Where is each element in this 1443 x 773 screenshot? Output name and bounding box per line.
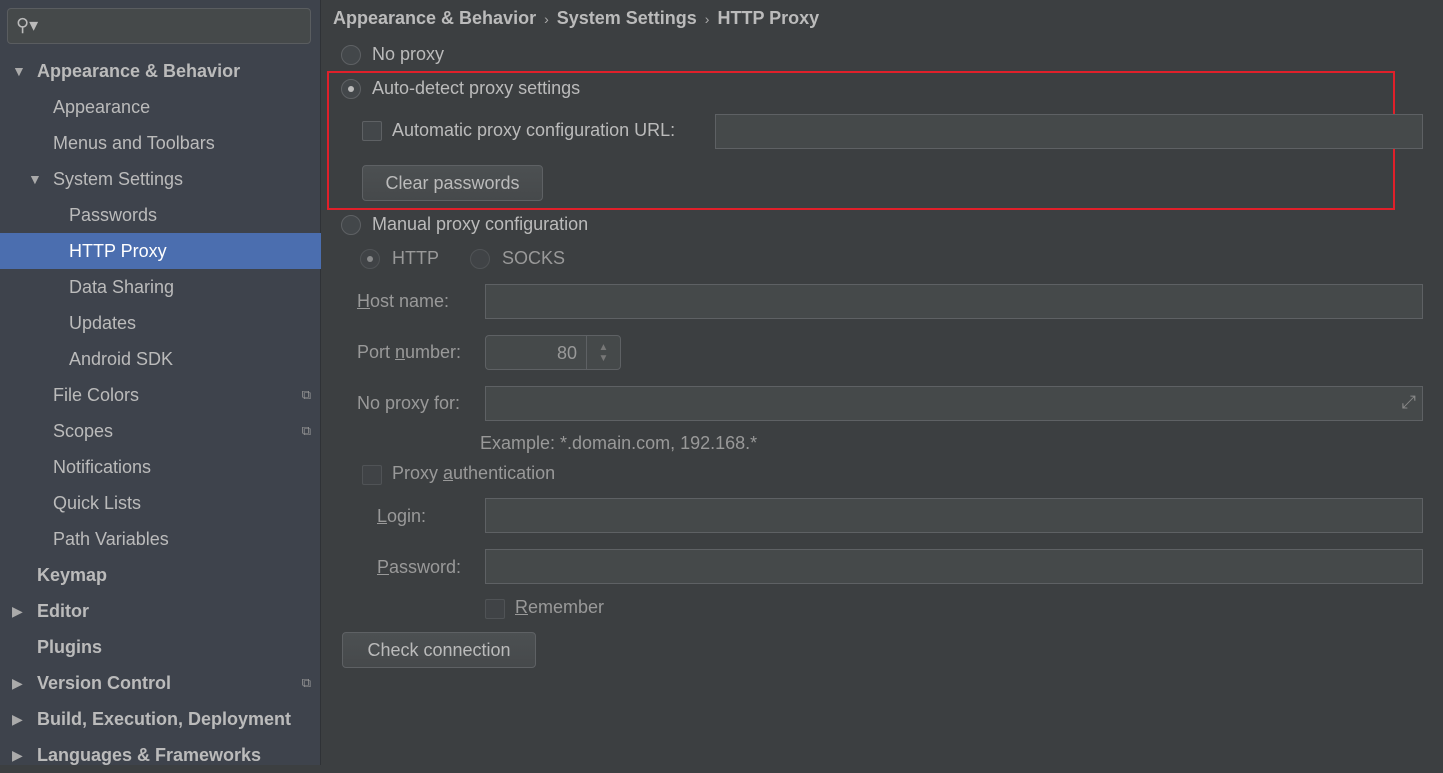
project-scope-icon: ⧉: [301, 387, 311, 402]
sidebar-item-keymap[interactable]: Keymap: [0, 557, 321, 593]
auto-detect-radio[interactable]: [341, 79, 361, 99]
sidebar-item-label: Passwords: [69, 205, 158, 225]
proxy-auth-label[interactable]: Proxy authentication: [392, 463, 555, 484]
no-proxy-for-input[interactable]: ⤢: [485, 386, 1423, 421]
sidebar-item-http-proxy[interactable]: HTTP Proxy: [0, 233, 321, 269]
expand-icon[interactable]: ⤢: [1402, 392, 1416, 413]
no-proxy-for-label: No proxy for:: [357, 393, 461, 413]
expand-right-icon[interactable]: ▶: [12, 737, 23, 773]
sidebar-item-plugins[interactable]: Plugins: [0, 629, 321, 665]
sidebar-item-system-settings[interactable]: ▼ System Settings: [0, 161, 321, 197]
sidebar-item-label: Android SDK: [69, 349, 174, 369]
sidebar-item-menus-and-toolbars[interactable]: Menus and Toolbars: [0, 125, 321, 161]
socks-label[interactable]: SOCKS: [502, 248, 565, 269]
login-label: Login:: [377, 506, 427, 526]
sidebar-item-file-colors[interactable]: File Colors ⧉: [0, 377, 321, 413]
no-proxy-radio[interactable]: [341, 45, 361, 65]
port-number-stepper[interactable]: 80 ▲ ▼: [485, 335, 621, 370]
chevron-right-icon: ›: [704, 11, 710, 27]
sidebar-item-passwords[interactable]: Passwords: [0, 197, 321, 233]
expand-down-icon[interactable]: ▼: [12, 53, 26, 89]
proxy-auth-checkbox[interactable]: [362, 465, 382, 485]
http-radio[interactable]: [360, 249, 380, 269]
search-icon: ⚲▾: [16, 15, 39, 35]
sidebar-item-scopes[interactable]: Scopes ⧉: [0, 413, 321, 449]
breadcrumb-item: HTTP Proxy: [717, 8, 820, 28]
port-value: 80: [556, 343, 577, 363]
expand-right-icon[interactable]: ▶: [12, 701, 23, 737]
http-label[interactable]: HTTP: [392, 248, 439, 269]
sidebar-item-label: Path Variables: [53, 529, 169, 549]
sidebar-item-label: File Colors: [53, 385, 140, 405]
auto-url-label[interactable]: Automatic proxy configuration URL:: [392, 120, 675, 141]
check-connection-button[interactable]: Check connection: [342, 632, 536, 668]
sidebar-item-version-control[interactable]: ▶ Version Control ⧉: [0, 665, 321, 701]
sidebar-item-label: Scopes: [53, 421, 114, 441]
sidebar-item-build-execution-deployment[interactable]: ▶ Build, Execution, Deployment: [0, 701, 321, 737]
sidebar-item-label: Quick Lists: [53, 493, 142, 513]
http-proxy-panel: Appearance & Behavior › System Settings › HT…: [322, 0, 1443, 765]
search-input[interactable]: ⚲▾: [7, 8, 311, 44]
sidebar-item-label: Keymap: [37, 565, 108, 585]
host-name-label: Host name:: [357, 291, 450, 311]
sidebar-item-appearance[interactable]: Appearance: [0, 89, 321, 125]
password-label: Password:: [377, 557, 462, 577]
sidebar-item-label: Version Control: [37, 673, 172, 693]
sidebar-item-label: Plugins: [37, 637, 103, 657]
sidebar-item-label: Languages & Frameworks: [37, 745, 262, 765]
project-scope-icon: ⧉: [301, 423, 311, 438]
sidebar-item-label: Updates: [69, 313, 137, 333]
remember-checkbox[interactable]: [485, 599, 505, 619]
socks-radio[interactable]: [470, 249, 490, 269]
sidebar-item-android-sdk[interactable]: Android SDK: [0, 341, 321, 377]
auto-url-input[interactable]: [715, 114, 1423, 149]
auto-detect-label[interactable]: Auto-detect proxy settings: [372, 78, 580, 99]
project-scope-icon: ⧉: [301, 675, 311, 690]
login-input[interactable]: [485, 498, 1423, 533]
sidebar-item-data-sharing[interactable]: Data Sharing: [0, 269, 321, 305]
auto-url-checkbox[interactable]: [362, 121, 382, 141]
expand-right-icon[interactable]: ▶: [12, 665, 23, 701]
clear-passwords-button[interactable]: Clear passwords: [362, 165, 543, 201]
manual-proxy-label[interactable]: Manual proxy configuration: [372, 214, 588, 235]
sidebar-item-label: Editor: [37, 601, 89, 621]
no-proxy-label[interactable]: No proxy: [372, 44, 444, 65]
sidebar-item-label: HTTP Proxy: [69, 241, 167, 261]
sidebar-item-label: System Settings: [53, 169, 184, 189]
breadcrumb-item[interactable]: Appearance & Behavior: [333, 8, 536, 28]
sidebar-item-notifications[interactable]: Notifications: [0, 449, 321, 485]
spinner-arrows-icon[interactable]: ▲ ▼: [586, 336, 620, 369]
sidebar-item-label: Appearance: [53, 97, 151, 117]
sidebar-item-label: Menus and Toolbars: [53, 133, 215, 153]
sidebar-item-path-variables[interactable]: Path Variables: [0, 521, 321, 557]
sidebar-item-label: Notifications: [53, 457, 152, 477]
port-number-label: Port number:: [357, 342, 462, 362]
sidebar-item-label: Data Sharing: [69, 277, 175, 297]
host-name-input[interactable]: [485, 284, 1423, 319]
password-input[interactable]: [485, 549, 1423, 584]
sidebar-item-appearance-behavior[interactable]: ▼ Appearance & Behavior: [0, 53, 321, 89]
example-hint: Example: *.domain.com, 192.168.*: [480, 433, 758, 453]
breadcrumb-item[interactable]: System Settings: [557, 8, 697, 28]
sidebar-item-label: Appearance & Behavior: [37, 61, 241, 81]
manual-proxy-radio[interactable]: [341, 215, 361, 235]
expand-down-icon[interactable]: ▼: [28, 161, 42, 197]
remember-label[interactable]: Remember: [515, 597, 604, 618]
sidebar-item-updates[interactable]: Updates: [0, 305, 321, 341]
settings-sidebar: ⚲▾ ▼ Appearance & Behavior Appearance Menus…: [0, 0, 321, 765]
sidebar-item-editor[interactable]: ▶ Editor: [0, 593, 321, 629]
sidebar-item-quick-lists[interactable]: Quick Lists: [0, 485, 321, 521]
expand-right-icon[interactable]: ▶: [12, 593, 23, 629]
breadcrumb: Appearance & Behavior › System Settings › HT…: [333, 8, 819, 29]
sidebar-item-label: Build, Execution, Deployment: [37, 709, 292, 729]
sidebar-item-languages-frameworks[interactable]: ▶ Languages & Frameworks: [0, 737, 321, 773]
chevron-right-icon: ›: [544, 11, 549, 27]
